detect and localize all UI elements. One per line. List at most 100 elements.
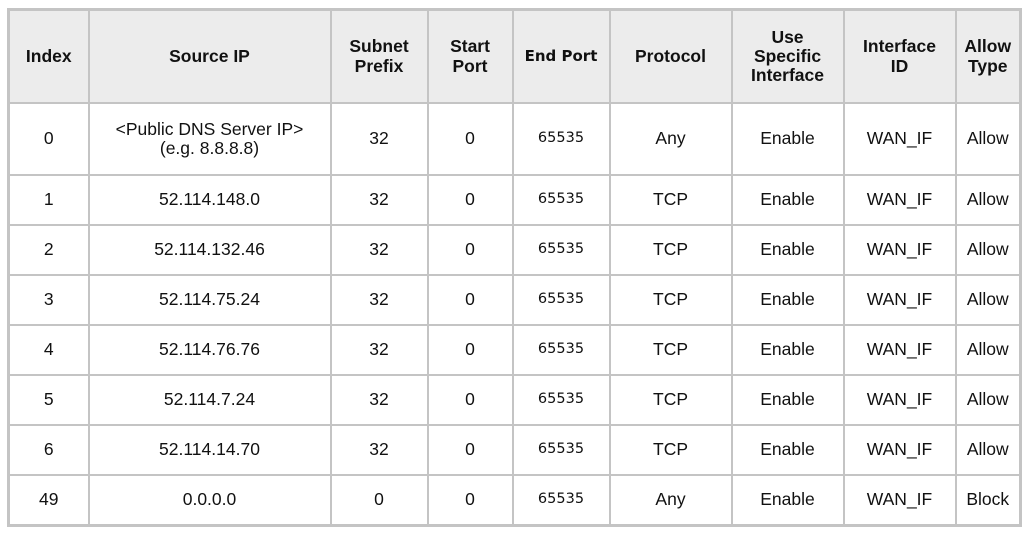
cell-start-port: 0 [426, 223, 514, 276]
cell-interface-id: WAN_IF [842, 323, 957, 376]
cell-protocol: Any [608, 102, 733, 176]
header-allow-type: Allow Type [954, 8, 1022, 104]
firewall-rules-table: Index Source IP Subnet Prefix Start Port End P… [7, 8, 1022, 527]
header-start-port: Start Port [426, 8, 514, 104]
cell-allow-type: Allow [954, 223, 1022, 276]
cell-source-ip: 52.114.148.0 [87, 173, 332, 226]
cell-start-port: 0 [426, 273, 514, 326]
cell-index: 6 [7, 423, 90, 476]
cell-interface-id: WAN_IF [842, 373, 957, 426]
cell-source-ip: 52.114.75.24 [87, 273, 332, 326]
cell-index: 4 [7, 323, 90, 376]
cell-protocol-text: TCP [653, 289, 688, 310]
cell-index-text: 5 [43, 389, 54, 410]
cell-end-port-text: 65535 [537, 390, 585, 407]
cell-subnet-prefix-text: 32 [369, 439, 389, 460]
cell-protocol: TCP [608, 173, 733, 226]
cell-index: 1 [7, 173, 90, 226]
cell-interface-id-text: WAN_IF [866, 439, 933, 460]
cell-source-ip: 0.0.0.0 [87, 473, 332, 527]
cell-allow-type: Block [954, 473, 1022, 527]
cell-protocol-text: TCP [653, 339, 688, 360]
cell-use-specific-interface: Enable [730, 473, 845, 527]
table-row: 4 52.114.76.76 32 0 65535 TCP Enable WAN_IF Allo… [7, 323, 1022, 376]
cell-protocol: TCP [608, 373, 733, 426]
cell-subnet-prefix-text: 32 [369, 289, 389, 310]
cell-subnet-prefix-text: 32 [369, 128, 389, 149]
cell-end-port-text: 65535 [537, 290, 585, 307]
cell-use-specific-interface-text: Enable [760, 389, 815, 410]
cell-start-port-text: 0 [465, 128, 475, 149]
cell-allow-type-text: Allow [966, 389, 1009, 410]
cell-use-specific-interface-text: Enable [760, 339, 815, 360]
cell-protocol: TCP [608, 423, 733, 476]
cell-end-port: 65535 [511, 173, 611, 226]
header-index: Index [7, 8, 90, 104]
cell-end-port-text: 65535 [537, 340, 585, 357]
cell-source-ip-text: 52.114.14.70 [159, 439, 260, 460]
cell-start-port-text: 0 [465, 489, 475, 510]
cell-end-port-text: 65535 [537, 490, 585, 507]
cell-index-text: 2 [43, 238, 54, 259]
cell-use-specific-interface-text: Enable [760, 238, 815, 259]
cell-allow-type-text: Allow [966, 439, 1009, 460]
header-end-port: End Port [511, 8, 611, 104]
cell-index-text: 49 [39, 489, 59, 510]
cell-allow-type: Allow [954, 173, 1022, 226]
cell-interface-id-text: WAN_IF [866, 238, 933, 259]
cell-protocol-text: TCP [653, 389, 688, 410]
cell-use-specific-interface: Enable [730, 373, 845, 426]
source-ip-note: (e.g. 8.8.8.8) [159, 137, 260, 158]
cell-index: 5 [7, 373, 90, 426]
cell-source-ip-text: <Public DNS Server IP> [115, 118, 304, 139]
header-label-line: Port [452, 55, 488, 76]
cell-index: 49 [7, 473, 90, 527]
header-label-line: Index [25, 45, 72, 66]
cell-start-port: 0 [426, 173, 514, 226]
cell-end-port-text: 65535 [537, 129, 585, 146]
cell-subnet-prefix: 32 [329, 173, 429, 226]
header-label-line: ID [890, 55, 909, 76]
cell-index: 3 [7, 273, 90, 326]
cell-start-port: 0 [426, 102, 514, 176]
cell-start-port-text: 0 [465, 389, 475, 410]
table-row: 3 52.114.75.24 32 0 65535 TCP Enable WAN_IF Allo… [7, 273, 1022, 326]
cell-subnet-prefix: 32 [329, 223, 429, 276]
header-protocol: Protocol [608, 8, 733, 104]
cell-start-port: 0 [426, 373, 514, 426]
cell-protocol: Any [608, 473, 733, 527]
cell-allow-type-text: Block [966, 489, 1010, 510]
cell-protocol-text: Any [655, 128, 686, 149]
cell-end-port: 65535 [511, 223, 611, 276]
cell-interface-id: WAN_IF [842, 273, 957, 326]
cell-protocol-text: TCP [653, 439, 688, 460]
cell-source-ip-text: 52.114.75.24 [159, 289, 260, 310]
cell-start-port-text: 0 [465, 188, 475, 209]
cell-subnet-prefix: 32 [329, 423, 429, 476]
cell-start-port-text: 0 [465, 289, 475, 310]
cell-source-ip-text: 52.114.76.76 [159, 339, 260, 360]
cell-interface-id: WAN_IF [842, 173, 957, 226]
cell-index: 0 [7, 102, 90, 176]
cell-subnet-prefix-text: 0 [374, 489, 384, 510]
cell-interface-id: WAN_IF [842, 223, 957, 276]
cell-use-specific-interface-text: Enable [760, 489, 815, 510]
header-label-line: Use [771, 26, 804, 47]
cell-use-specific-interface-text: Enable [760, 439, 815, 460]
header-label-line: Protocol [635, 45, 706, 66]
cell-source-ip: <Public DNS Server IP> (e.g. 8.8.8.8) [87, 102, 332, 176]
table-body: 0 <Public DNS Server IP> (e.g. 8.8.8.8) 32 0… [7, 102, 1022, 527]
cell-source-ip: 52.114.76.76 [87, 323, 332, 376]
cell-allow-type: Allow [954, 423, 1022, 476]
header-label-line: Start [450, 36, 490, 57]
cell-protocol-text: TCP [653, 188, 688, 209]
cell-allow-type-text: Allow [966, 188, 1009, 209]
cell-protocol: TCP [608, 273, 733, 326]
cell-index-text: 0 [43, 128, 54, 149]
cell-source-ip: 52.114.132.46 [87, 223, 332, 276]
cell-index: 2 [7, 223, 90, 276]
cell-index-text: 6 [43, 439, 54, 460]
cell-interface-id: WAN_IF [842, 102, 957, 176]
cell-use-specific-interface: Enable [730, 423, 845, 476]
cell-use-specific-interface: Enable [730, 173, 845, 226]
